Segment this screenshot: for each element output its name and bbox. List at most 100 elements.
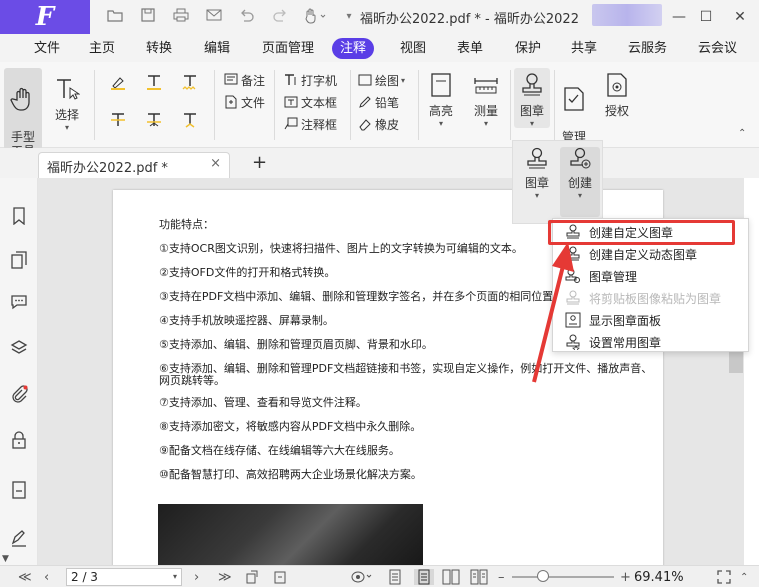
menu-home[interactable]: 主页 [81, 38, 123, 59]
drawing-button[interactable]: 绘图 ▾ [358, 70, 405, 90]
redo-icon[interactable] [271, 8, 289, 26]
app-logo[interactable]: F [0, 0, 90, 34]
status-bar: ≪ ‹ 2 / 3 ▾ › ≫ – + 69.41% ⌃ [0, 565, 759, 587]
rotate-page-icon[interactable] [244, 569, 260, 585]
window-title: 福昕办公2022.pdf * - 福昕办公2022 [360, 12, 579, 27]
menu-set-favorite-stamps[interactable]: 设置常用图章 [553, 331, 748, 353]
strikeout-text-icon[interactable] [110, 110, 126, 130]
create-stamp-icon [570, 147, 591, 169]
pages-thumbnail-icon[interactable] [9, 250, 29, 270]
menu-cloud[interactable]: 云服务 [620, 38, 675, 59]
measure-dropdown-arrow: ▾ [483, 119, 488, 128]
document-properties-icon[interactable] [9, 480, 29, 500]
area-highlight-button[interactable]: 高亮 ▾ [424, 70, 458, 128]
zoom-level-text[interactable]: 69.41% [634, 569, 684, 585]
signature-icon[interactable] [9, 528, 29, 548]
menu-protect[interactable]: 保护 [507, 38, 549, 59]
bookmark-icon[interactable] [9, 206, 29, 226]
hand-dropdown-icon[interactable] [302, 8, 328, 26]
stamp-dropdown-arrow: ▾ [529, 119, 534, 128]
menu-edit[interactable]: 编辑 [196, 38, 238, 59]
drawing-dropdown-arrow: ▾ [401, 75, 406, 85]
menu-stamp-manager[interactable]: 图章管理 [553, 265, 748, 287]
eraser-button[interactable]: 橡皮 [358, 114, 399, 134]
menu-create-dynamic-stamp[interactable]: 创建自定义动态图章 [553, 243, 748, 265]
file-attach-button[interactable]: 文件 [224, 92, 265, 112]
open-folder-icon[interactable] [106, 8, 124, 26]
zoom-slider-track[interactable] [512, 576, 614, 578]
layers-icon[interactable] [9, 338, 29, 358]
user-avatar[interactable] [592, 4, 662, 26]
note-button[interactable]: 备注 [224, 70, 265, 90]
menu-share[interactable]: 共享 [563, 38, 605, 59]
highlight-text-icon[interactable] [110, 72, 126, 92]
stamp-ribbon-button[interactable]: 图章 ▾ [514, 68, 550, 128]
feature-line: ⑤支持添加、编辑、删除和管理页眉页脚、背景和水印。 [159, 338, 433, 351]
document-tab[interactable]: 福昕办公2022.pdf * × [38, 152, 230, 178]
select-tool-button[interactable]: 选择 ▾ [50, 74, 84, 132]
zoom-out-icon[interactable]: – [498, 569, 505, 585]
save-icon[interactable] [139, 8, 157, 26]
pencil-button[interactable]: 铅笔 [358, 92, 399, 112]
single-page-view-icon[interactable] [388, 569, 402, 585]
textbox-label: 文本框 [301, 95, 338, 110]
menu-meeting[interactable]: 云会议 [690, 38, 745, 59]
read-mode-icon[interactable] [350, 569, 372, 585]
menu-paste-clipboard-stamp[interactable]: 将剪贴板图像粘贴为图章 [553, 287, 748, 309]
continuous-view-icon[interactable] [414, 569, 434, 585]
minimize-icon[interactable]: — [667, 6, 691, 28]
collapse-ribbon-icon[interactable]: ⌃ [738, 128, 746, 139]
two-page-view-icon[interactable] [442, 569, 460, 585]
close-tab-icon[interactable]: × [210, 156, 221, 171]
select-label: 选择 [54, 108, 79, 122]
export-page-icon[interactable] [272, 569, 288, 585]
measure-button[interactable]: 测量 ▾ [468, 70, 504, 128]
customize-arrow-icon[interactable]: ▾ [340, 8, 358, 26]
hand-tool-button[interactable]: 手型 工具 [4, 68, 42, 160]
stamp-panel-stamp-button[interactable]: 图章 ▾ [517, 147, 557, 200]
squiggly-text-icon[interactable] [182, 72, 198, 92]
undo-icon[interactable] [238, 8, 256, 26]
menu-page-manage[interactable]: 页面管理 [254, 38, 322, 59]
textbox-button[interactable]: 文本框 [284, 92, 337, 112]
feature-line: ①支持OCR图文识别，快速将扫描件、图片上的文字转换为可编辑的文本。 [159, 242, 523, 255]
menu-form[interactable]: 表单 [449, 38, 491, 59]
statusbar-more-arrow[interactable]: ⌃ [740, 569, 748, 585]
menu-convert[interactable]: 转换 [138, 38, 180, 59]
insert-text-icon[interactable] [182, 110, 198, 130]
replace-text-icon[interactable] [146, 110, 162, 130]
last-page-icon[interactable]: ≫ [218, 569, 232, 585]
menu-view[interactable]: 视图 [392, 38, 434, 59]
callout-label: 注释框 [301, 117, 338, 132]
two-page-continuous-icon[interactable] [470, 569, 488, 585]
print-icon[interactable] [172, 8, 190, 26]
security-lock-icon[interactable] [9, 430, 29, 450]
laptop-photo [158, 504, 423, 565]
first-page-icon[interactable]: ≪ [18, 569, 32, 585]
underline-text-icon[interactable] [146, 72, 162, 92]
zoom-in-icon[interactable]: + [620, 569, 631, 585]
maximize-icon[interactable]: ☐ [694, 6, 718, 28]
next-page-icon[interactable]: › [194, 569, 199, 585]
close-window-icon[interactable]: ✕ [728, 6, 752, 28]
email-icon[interactable] [205, 8, 223, 26]
menu-comment[interactable]: 注释 [332, 38, 375, 59]
page-number-input[interactable]: 2 / 3 ▾ [66, 568, 182, 586]
fit-page-icon[interactable] [716, 569, 732, 585]
zoom-slider-knob[interactable] [536, 570, 549, 582]
authorize-button[interactable]: 授权 [600, 70, 634, 119]
comments-panel-icon[interactable] [9, 292, 29, 312]
manage-comments-icon [559, 84, 589, 114]
menu-file[interactable]: 文件 [26, 38, 68, 59]
prev-page-icon[interactable]: ‹ [44, 569, 49, 585]
new-tab-button[interactable]: + [252, 152, 267, 173]
select-dropdown-arrow: ▾ [64, 123, 69, 132]
authorize-icon [602, 70, 632, 100]
attachments-icon[interactable] [9, 384, 29, 404]
stamp-panel-create-button[interactable]: 创建 ▾ [560, 147, 600, 217]
menu-show-stamp-panel[interactable]: 显示图章面板 [553, 309, 748, 331]
sidebar-more-arrow[interactable]: ▼ [2, 554, 9, 564]
callout-button[interactable]: 注释框 [284, 114, 337, 134]
note-label: 备注 [241, 73, 266, 88]
typewriter-button[interactable]: 打字机 [284, 70, 337, 90]
